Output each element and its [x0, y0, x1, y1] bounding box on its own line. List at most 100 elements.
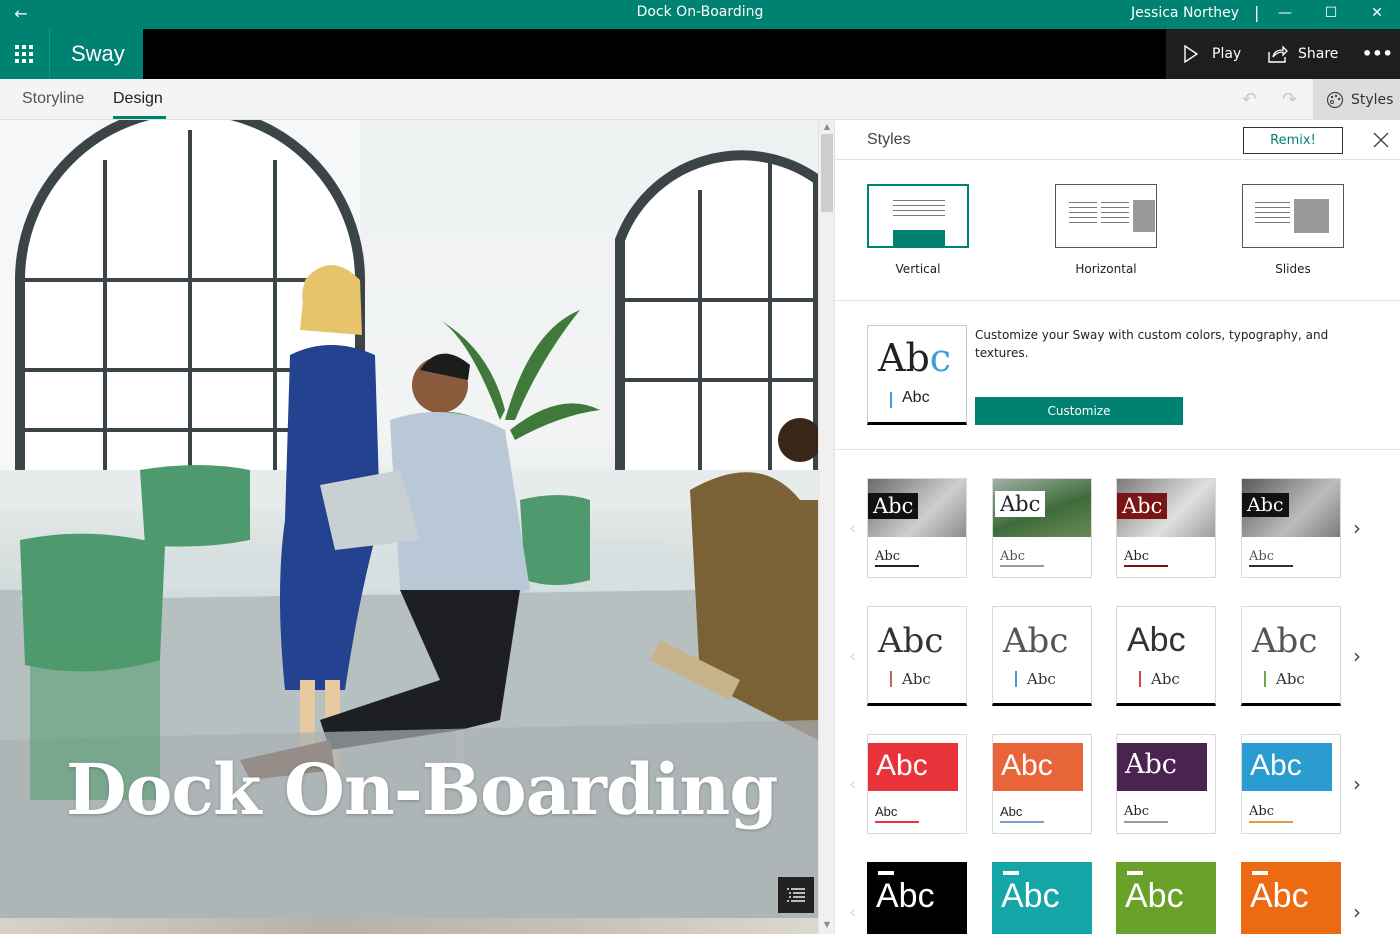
style-tile-accent-bar — [1139, 671, 1141, 687]
tab-design[interactable]: Design — [113, 90, 163, 108]
slides-layout-thumbnail — [1242, 184, 1344, 248]
user-name[interactable]: Jessica Northey — [1131, 5, 1239, 21]
style-tile-heading: Abc — [868, 493, 919, 519]
remix-button[interactable]: Remix! — [1243, 127, 1343, 154]
preview-heading: Abc — [878, 336, 952, 380]
style-tile[interactable]: Abc Abc — [1116, 478, 1216, 578]
style-tile-heading: Abc — [1001, 749, 1053, 782]
styles-label: Styles — [1351, 92, 1394, 108]
next-card-preview — [0, 918, 818, 934]
customize-button[interactable]: Customize — [975, 397, 1183, 425]
maximize-icon[interactable]: ☐ — [1308, 0, 1354, 29]
style-tile-accent-bar — [1264, 671, 1266, 687]
layout-horizontal[interactable]: Horizontal — [1055, 184, 1157, 276]
style-tile-heading: Abc — [1250, 749, 1302, 782]
style-tile[interactable]: Abc — [867, 862, 967, 934]
scroll-down-icon[interactable]: ▼ — [819, 920, 835, 929]
style-tile-underline — [1124, 565, 1168, 567]
share-icon — [1268, 45, 1288, 63]
style-tile-heading: Abc — [876, 877, 935, 915]
chevron-right-icon[interactable]: › — [1353, 772, 1365, 796]
sway-canvas: Dock On-Boarding — [0, 120, 818, 934]
styles-button[interactable]: Styles — [1313, 79, 1400, 120]
style-tile-accent-bar — [1015, 671, 1017, 687]
style-tile-heading: Abc — [876, 749, 928, 782]
style-tile-heading: Abc — [995, 491, 1046, 517]
style-tile-dash — [878, 871, 894, 875]
style-tile[interactable]: Abc Abc — [992, 606, 1092, 706]
style-tile-underline — [875, 565, 919, 567]
styles-pane-header: Styles Remix! — [835, 120, 1400, 160]
more-options-icon[interactable]: ••• — [1362, 29, 1393, 79]
outline-list-icon — [787, 888, 805, 902]
vertical-layout-thumbnail — [867, 184, 969, 248]
style-tile[interactable]: Abc Abc — [1241, 606, 1341, 706]
style-tile[interactable]: Abc Abc — [1116, 734, 1216, 834]
style-tile-body: Abc — [1276, 670, 1305, 688]
layout-slides[interactable]: Slides — [1242, 184, 1344, 276]
style-tile-body: Abc — [902, 670, 931, 688]
horizontal-layout-thumbnail — [1055, 184, 1157, 248]
style-tile-underline — [1249, 565, 1293, 567]
share-label: Share — [1298, 46, 1339, 62]
style-tile[interactable]: Abc Abc — [1241, 478, 1341, 578]
style-tile-underline — [1000, 565, 1044, 567]
styles-pane: Styles Remix! Vertical Horizontal Slides… — [834, 120, 1400, 934]
style-tile-body: Abc — [1249, 549, 1274, 564]
close-window-icon[interactable]: ✕ — [1354, 0, 1400, 29]
chevron-right-icon[interactable]: › — [1353, 516, 1365, 540]
style-tile-heading: Abc — [1252, 621, 1318, 661]
chevron-right-icon[interactable]: › — [1353, 900, 1365, 924]
scrollbar-thumb[interactable] — [821, 134, 833, 212]
style-tile-body: Abc — [1027, 670, 1056, 688]
style-tile-body: Abc — [1124, 549, 1149, 564]
style-tile[interactable]: Abc Abc — [1241, 734, 1341, 834]
style-tile-heading: Abc — [1250, 877, 1309, 915]
command-bar: Storyline Design ↶ ↷ Styles — [0, 79, 1400, 120]
style-tile[interactable]: Abc Abc — [867, 734, 967, 834]
style-tile-heading: Abc — [1125, 877, 1184, 915]
style-tile[interactable]: Abc — [1241, 862, 1341, 934]
sway-title[interactable]: Dock On-Boarding — [66, 748, 778, 831]
style-tile[interactable]: Abc Abc — [867, 478, 967, 578]
current-style-preview[interactable]: Abc Abc — [867, 325, 967, 425]
style-tile-dash — [1252, 871, 1268, 875]
share-button[interactable]: Share — [1268, 29, 1348, 79]
redo-icon[interactable]: ↷ — [1282, 91, 1300, 109]
chevron-left-icon[interactable]: ‹ — [849, 902, 861, 923]
style-tile[interactable]: Abc Abc — [867, 606, 967, 706]
style-tile-dash — [1127, 871, 1143, 875]
chevron-left-icon[interactable]: ‹ — [849, 774, 861, 795]
style-tile-accent-bar — [890, 671, 892, 687]
chevron-left-icon[interactable]: ‹ — [849, 518, 861, 539]
play-label: Play — [1212, 46, 1242, 62]
app-launcher-button[interactable] — [0, 29, 50, 79]
app-brand[interactable]: Sway — [50, 29, 143, 79]
style-tile[interactable]: Abc — [1116, 862, 1216, 934]
style-tile[interactable]: Abc Abc — [992, 734, 1092, 834]
waffle-icon — [15, 45, 33, 63]
minimize-icon[interactable]: — — [1262, 0, 1308, 29]
layout-options: Vertical Horizontal Slides — [835, 160, 1400, 301]
layout-vertical-label: Vertical — [895, 262, 941, 276]
palette-icon — [1326, 91, 1344, 109]
play-button[interactable]: Play — [1184, 29, 1264, 79]
style-tile-body: Abc — [1000, 549, 1025, 564]
tab-storyline[interactable]: Storyline — [22, 90, 84, 108]
undo-icon[interactable]: ↶ — [1242, 91, 1260, 109]
style-tile[interactable]: Abc Abc — [1116, 606, 1216, 706]
preview-body-text: Abc — [902, 389, 930, 406]
scroll-up-icon[interactable]: ▲ — [819, 122, 835, 131]
chevron-left-icon[interactable]: ‹ — [849, 646, 861, 667]
layout-vertical[interactable]: Vertical — [867, 184, 969, 276]
style-tile-underline — [1249, 821, 1293, 823]
style-tile[interactable]: Abc Abc — [992, 478, 1092, 578]
style-tile[interactable]: Abc — [992, 862, 1092, 934]
style-tile-heading: Abc — [1127, 621, 1186, 659]
customize-section: Abc Abc Customize your Sway with custom … — [835, 301, 1400, 450]
close-icon[interactable] — [1371, 130, 1391, 150]
canvas-scrollbar[interactable]: ▲ ▼ — [818, 120, 834, 934]
navigation-toggle-button[interactable] — [778, 877, 814, 913]
chevron-right-icon[interactable]: › — [1353, 644, 1365, 668]
styles-pane-title: Styles — [867, 131, 911, 148]
